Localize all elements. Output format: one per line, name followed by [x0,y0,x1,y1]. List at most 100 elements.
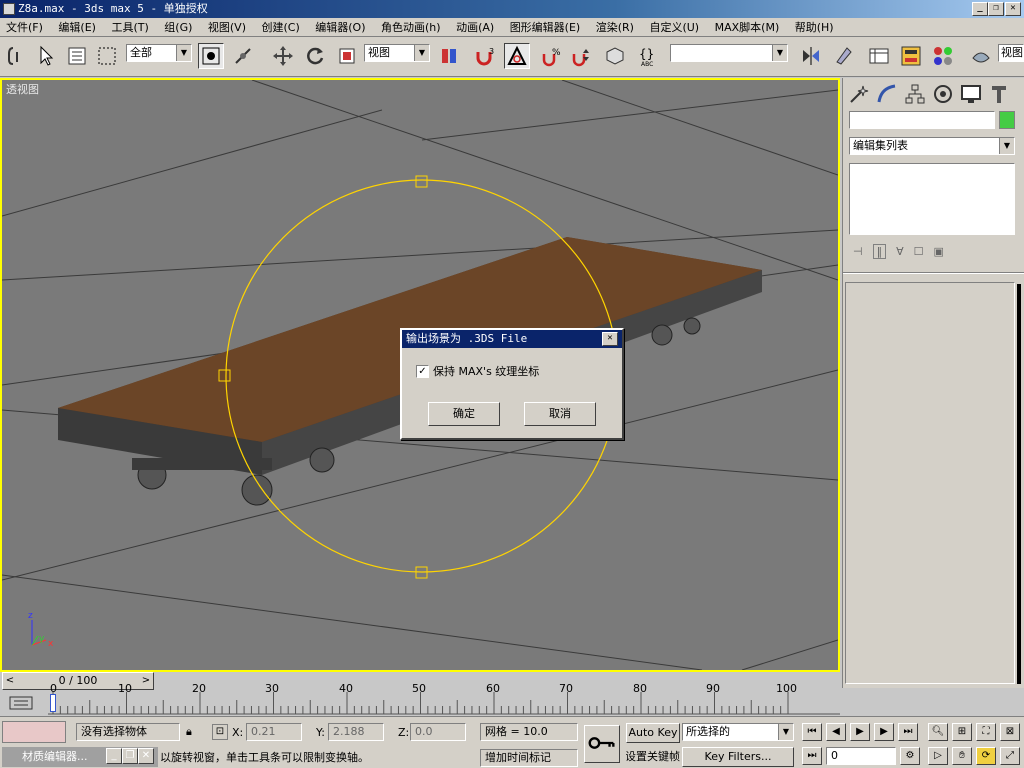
menu-maxscript[interactable]: MAX脚本(M) [709,18,786,37]
mini-curve-editor-icon[interactable] [6,694,36,712]
material-editor-icon[interactable] [930,43,956,69]
pan-icon[interactable]: ✋︎ [952,747,972,765]
move-icon[interactable] [270,43,296,69]
menu-graph-editors[interactable]: 图形编辑器(E) [504,18,587,37]
next-frame-icon[interactable]: ▶ [874,723,894,741]
time-configuration-icon[interactable]: ⚙ [900,747,920,765]
make-unique-icon[interactable]: ∀ [896,245,904,258]
restore-button[interactable]: ❐ [988,2,1004,16]
modifier-list-dropdown[interactable]: 编辑集列表 ▼ [849,137,1015,155]
time-prev-button[interactable]: < [3,673,17,689]
key-mode-dropdown[interactable]: 所选择的 ▼ [682,723,794,741]
rect-selection-icon[interactable] [94,43,120,69]
render-type-dropdown[interactable]: 视图 [998,44,1024,62]
select-arrow-icon[interactable] [34,43,60,69]
select-and-link-icon[interactable] [230,43,256,69]
named-selection-icon[interactable] [602,43,628,69]
utilities-tab-icon[interactable] [987,82,1011,106]
field-of-view-icon[interactable]: ▷ [928,747,948,765]
menu-group[interactable]: 组(G) [158,18,198,37]
y-coord-field[interactable]: 2.188 [328,723,384,741]
add-time-tag[interactable]: 增加时间标记 [480,749,578,767]
modify-tab-icon[interactable] [875,82,899,106]
pin-stack-icon[interactable]: ⊣ [853,245,863,258]
preserve-uv-checkbox[interactable]: ✓ [416,364,429,378]
window-crossing-icon[interactable] [198,43,224,69]
set-key-button[interactable] [584,725,620,763]
menu-tools[interactable]: 工具(T) [105,18,154,37]
mirror-icon[interactable] [798,43,824,69]
schematic-view-icon[interactable] [898,43,924,69]
set-key-label[interactable]: 设置关键帧 [626,747,680,767]
align-icon[interactable] [830,43,856,69]
minimize-button[interactable]: _ [972,2,988,16]
selection-filter-dropdown[interactable]: 全部 ▼ [126,44,192,62]
auto-key-button[interactable]: Auto Key [626,723,680,743]
configure-sets-icon[interactable]: ▣ [934,245,944,258]
maximize-viewport-icon[interactable]: ⤢ [1000,747,1020,765]
track-view-icon[interactable] [866,43,892,69]
display-tab-icon[interactable] [959,82,983,106]
menu-animation[interactable]: 动画(A) [450,18,500,37]
preserve-uv-label[interactable]: 保持 MAX's 纹理坐标 [433,363,539,379]
motion-tab-icon[interactable] [931,82,955,106]
arc-rotate-icon[interactable]: ⟳ [976,747,996,765]
menu-character[interactable]: 角色动画(h) [375,18,447,37]
taskbar-material-editor[interactable]: 材质编辑器... _ ❐ ✕ [2,747,158,767]
scale-icon[interactable] [334,43,360,69]
render-scene-icon[interactable] [968,43,994,69]
menu-file[interactable]: 文件(F) [0,18,49,37]
cancel-button[interactable]: 取消 [524,402,596,426]
remove-modifier-icon[interactable]: ☐ [914,245,924,258]
menu-modifiers[interactable]: 编辑器(O) [309,18,371,37]
modifier-stack-list[interactable] [849,163,1015,235]
show-end-result-icon[interactable]: ‖ [872,243,887,259]
key-filters-button[interactable]: Key Filters... [682,747,794,767]
task-minimize-icon[interactable]: _ [106,748,122,764]
menu-customize[interactable]: 自定义(U) [643,18,705,37]
ok-button[interactable]: 确定 [428,402,500,426]
play-icon[interactable]: ▶ [850,723,870,741]
angle-snap-icon[interactable] [504,43,530,69]
menu-rendering[interactable]: 渲染(R) [590,18,640,37]
go-to-end-icon[interactable]: ⏭ [898,723,918,741]
maxscript-listener-box[interactable] [2,721,66,743]
select-by-name-icon[interactable] [64,43,90,69]
menu-views[interactable]: 视图(V) [202,18,252,37]
dialog-close-button[interactable]: ✕ [602,332,618,346]
close-window-button[interactable]: ✕ [1005,2,1021,16]
trackbar[interactable]: 0 10 20 30 40 50 60 70 80 90 100 [48,682,840,716]
link-icon[interactable] [4,43,30,69]
reference-coordinate-dropdown[interactable]: 视图 ▼ [364,44,430,62]
z-coord-field[interactable]: 0.0 [410,723,466,741]
current-frame-field[interactable]: 0 [826,747,896,765]
menu-create[interactable]: 创建(C) [256,18,306,37]
absolute-mode-icon[interactable]: ⊡ [212,724,228,740]
edit-named-selection-icon[interactable]: {} ABC [636,43,662,69]
snap-3d-icon[interactable]: 3 [472,43,498,69]
object-name-field[interactable] [849,111,995,129]
previous-frame-icon[interactable]: ◀ [826,723,846,741]
key-mode-toggle-icon[interactable]: ⏭ [802,747,822,765]
rotate-icon[interactable] [302,43,328,69]
zoom-extents-all-icon[interactable]: ⊠ [1000,723,1020,741]
zoom-all-icon[interactable]: ⊞ [952,723,972,741]
x-coord-field[interactable]: 0.21 [246,723,302,741]
panel-scrollbar[interactable] [1017,284,1021,684]
zoom-icon[interactable]: 🔍︎ [928,723,948,741]
zoom-extents-icon[interactable]: ⛶ [976,723,996,741]
time-next-button[interactable]: > [139,673,153,689]
pivot-point-icon[interactable] [436,43,462,69]
current-time-marker[interactable] [50,694,56,712]
create-tab-icon[interactable] [847,82,871,106]
menu-help[interactable]: 帮助(H) [789,18,840,37]
percent-snap-icon[interactable]: % [538,43,564,69]
spinner-snap-icon[interactable] [568,43,594,69]
task-restore-icon[interactable]: ❐ [122,748,138,764]
menu-edit[interactable]: 编辑(E) [52,18,102,37]
object-color-swatch[interactable] [999,111,1015,129]
task-close-icon[interactable]: ✕ [138,748,154,764]
lock-selection-icon[interactable]: 🔒︎ [186,725,192,739]
go-to-start-icon[interactable]: ⏮ [802,723,822,741]
hierarchy-tab-icon[interactable] [903,82,927,106]
